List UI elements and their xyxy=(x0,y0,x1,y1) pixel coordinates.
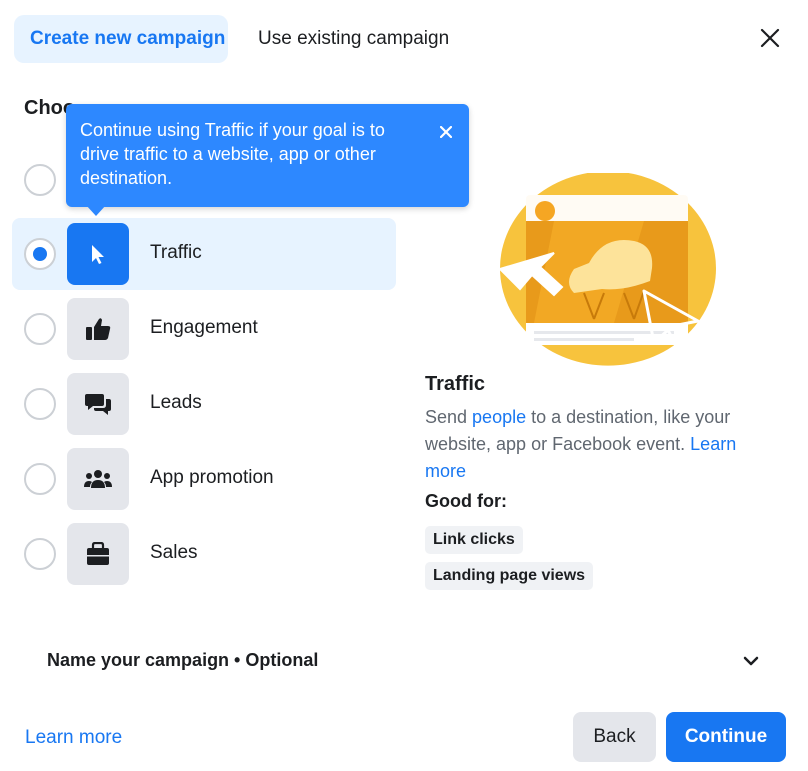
objective-label: Engagement xyxy=(150,317,258,338)
good-for-chip: Landing page views xyxy=(425,562,594,590)
people-icon xyxy=(67,448,129,510)
objective-radio[interactable] xyxy=(24,538,56,570)
traffic-tooltip: Continue using Traffic if your goal is t… xyxy=(66,104,469,216)
close-button[interactable] xyxy=(756,24,784,52)
objective-radio[interactable] xyxy=(24,388,56,420)
thumbs-up-icon xyxy=(67,298,129,360)
objective-label: Sales xyxy=(150,542,198,563)
detail-description: Send people to a destination, like your … xyxy=(425,404,765,485)
objective-leads[interactable]: Leads xyxy=(12,368,396,440)
tab-use-existing-campaign[interactable]: Use existing campaign xyxy=(258,15,449,63)
objective-label: Leads xyxy=(150,392,202,413)
objective-radio-selected[interactable] xyxy=(24,238,56,270)
objective-radio[interactable] xyxy=(24,313,56,345)
tooltip-text: Continue using Traffic if your goal is t… xyxy=(80,120,385,188)
people-link[interactable]: people xyxy=(472,407,526,427)
objective-label: Traffic xyxy=(150,242,202,263)
objective-app-promotion[interactable]: App promotion xyxy=(12,443,396,515)
good-for-chip: Link clicks xyxy=(425,526,523,554)
objective-engagement[interactable]: Engagement xyxy=(12,293,396,365)
close-icon xyxy=(760,28,780,48)
footer-learn-more-link[interactable]: Learn more xyxy=(25,727,122,749)
tooltip-close-button[interactable] xyxy=(436,122,456,142)
detail-title: Traffic xyxy=(425,373,486,395)
objective-sales[interactable]: Sales xyxy=(12,518,396,590)
close-icon xyxy=(440,126,452,138)
chevron-down-icon[interactable] xyxy=(741,651,761,671)
traffic-illustration xyxy=(498,173,716,366)
tab-create-new-campaign[interactable]: Create new campaign xyxy=(14,15,228,63)
objective-radio[interactable] xyxy=(24,164,56,196)
shopping-bag-icon xyxy=(67,523,129,585)
objective-radio[interactable] xyxy=(24,463,56,495)
objective-label: App promotion xyxy=(150,467,274,488)
desc-text: Send xyxy=(425,407,473,427)
tooltip-arrow xyxy=(86,205,106,216)
name-campaign-toggle[interactable]: Name your campaign • Optional xyxy=(47,650,318,671)
chat-bubbles-icon xyxy=(67,373,129,435)
cursor-icon xyxy=(67,223,129,285)
back-button[interactable]: Back xyxy=(573,712,656,762)
good-for-label: Good for: xyxy=(425,491,507,511)
objective-traffic[interactable]: Traffic xyxy=(12,218,396,290)
continue-button[interactable]: Continue xyxy=(666,712,786,762)
